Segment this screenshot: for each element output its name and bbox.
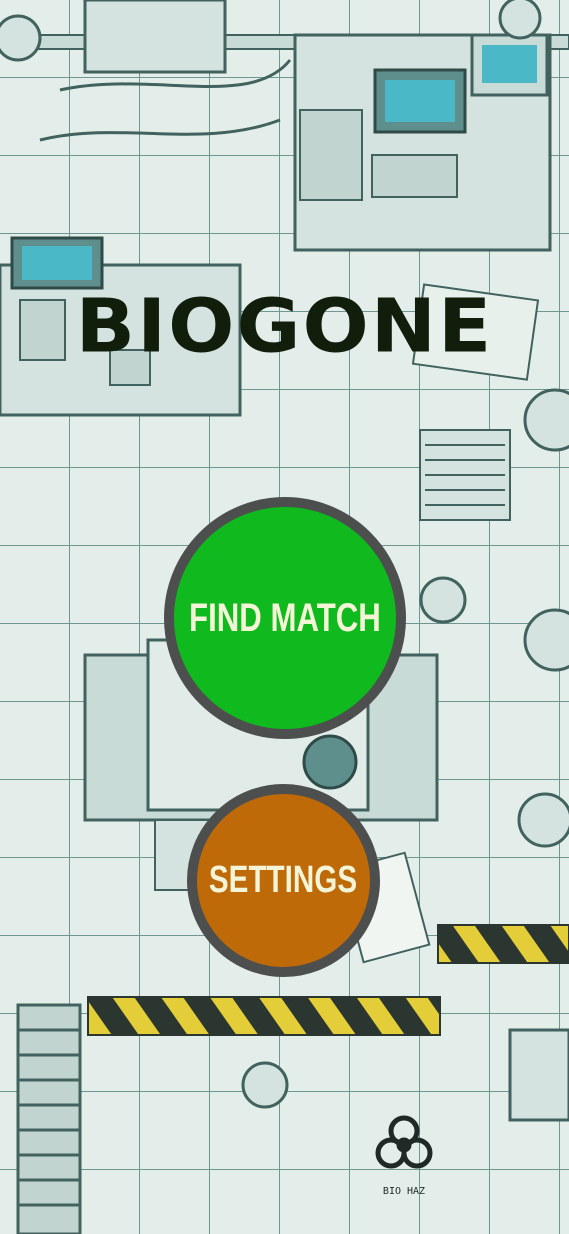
floor-sign-layer: BIO HAZ [383,1186,425,1197]
biohazard-sign-text: BIO HAZ [383,1186,425,1197]
